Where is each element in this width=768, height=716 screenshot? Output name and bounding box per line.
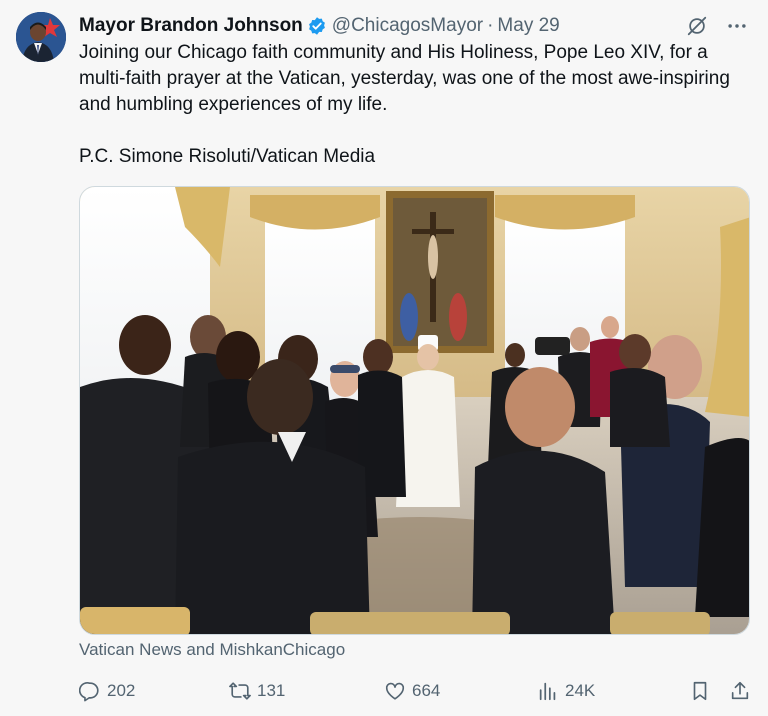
- vatican-prayer-photo: [80, 187, 749, 634]
- author-name[interactable]: Mayor Brandon Johnson: [79, 15, 303, 37]
- grok-icon[interactable]: [686, 15, 708, 37]
- reply-button[interactable]: 202: [79, 676, 135, 706]
- action-bar: 202 131 664 24K: [79, 676, 751, 706]
- bookmark-button[interactable]: [689, 676, 717, 706]
- media-caption[interactable]: Vatican News and MishkanChicago: [79, 640, 345, 660]
- header-actions: [686, 14, 748, 38]
- repost-button[interactable]: 131: [229, 676, 285, 706]
- views-count: 24K: [565, 681, 596, 700]
- separator-dot: ·: [487, 15, 494, 36]
- bookmark-icon: [693, 681, 707, 701]
- like-icon: [385, 682, 405, 700]
- post-text: Joining our Chicago faith community and …: [79, 42, 730, 167]
- reply-count: 202: [107, 681, 136, 700]
- repost-icon: [229, 682, 251, 700]
- avatar-image: [16, 12, 66, 62]
- repost-count: 131: [257, 681, 286, 700]
- reply-icon: [79, 682, 99, 702]
- share-icon: [731, 681, 749, 700]
- avatar[interactable]: [16, 12, 66, 62]
- tweet: Mayor Brandon Johnson @ChicagosMayor · M…: [0, 0, 768, 716]
- post-photo[interactable]: [79, 186, 750, 635]
- share-button[interactable]: [729, 676, 757, 706]
- author-handle[interactable]: @ChicagosMayor: [332, 15, 483, 37]
- views-button[interactable]: 24K: [537, 676, 595, 706]
- more-icon[interactable]: [726, 15, 748, 37]
- verified-badge-icon: [307, 16, 327, 36]
- like-button[interactable]: 664: [384, 676, 440, 706]
- tweet-header: Mayor Brandon Johnson @ChicagosMayor · M…: [79, 14, 748, 38]
- views-icon: [539, 682, 556, 701]
- like-count: 664: [412, 681, 441, 700]
- post-date[interactable]: May 29: [497, 15, 559, 37]
